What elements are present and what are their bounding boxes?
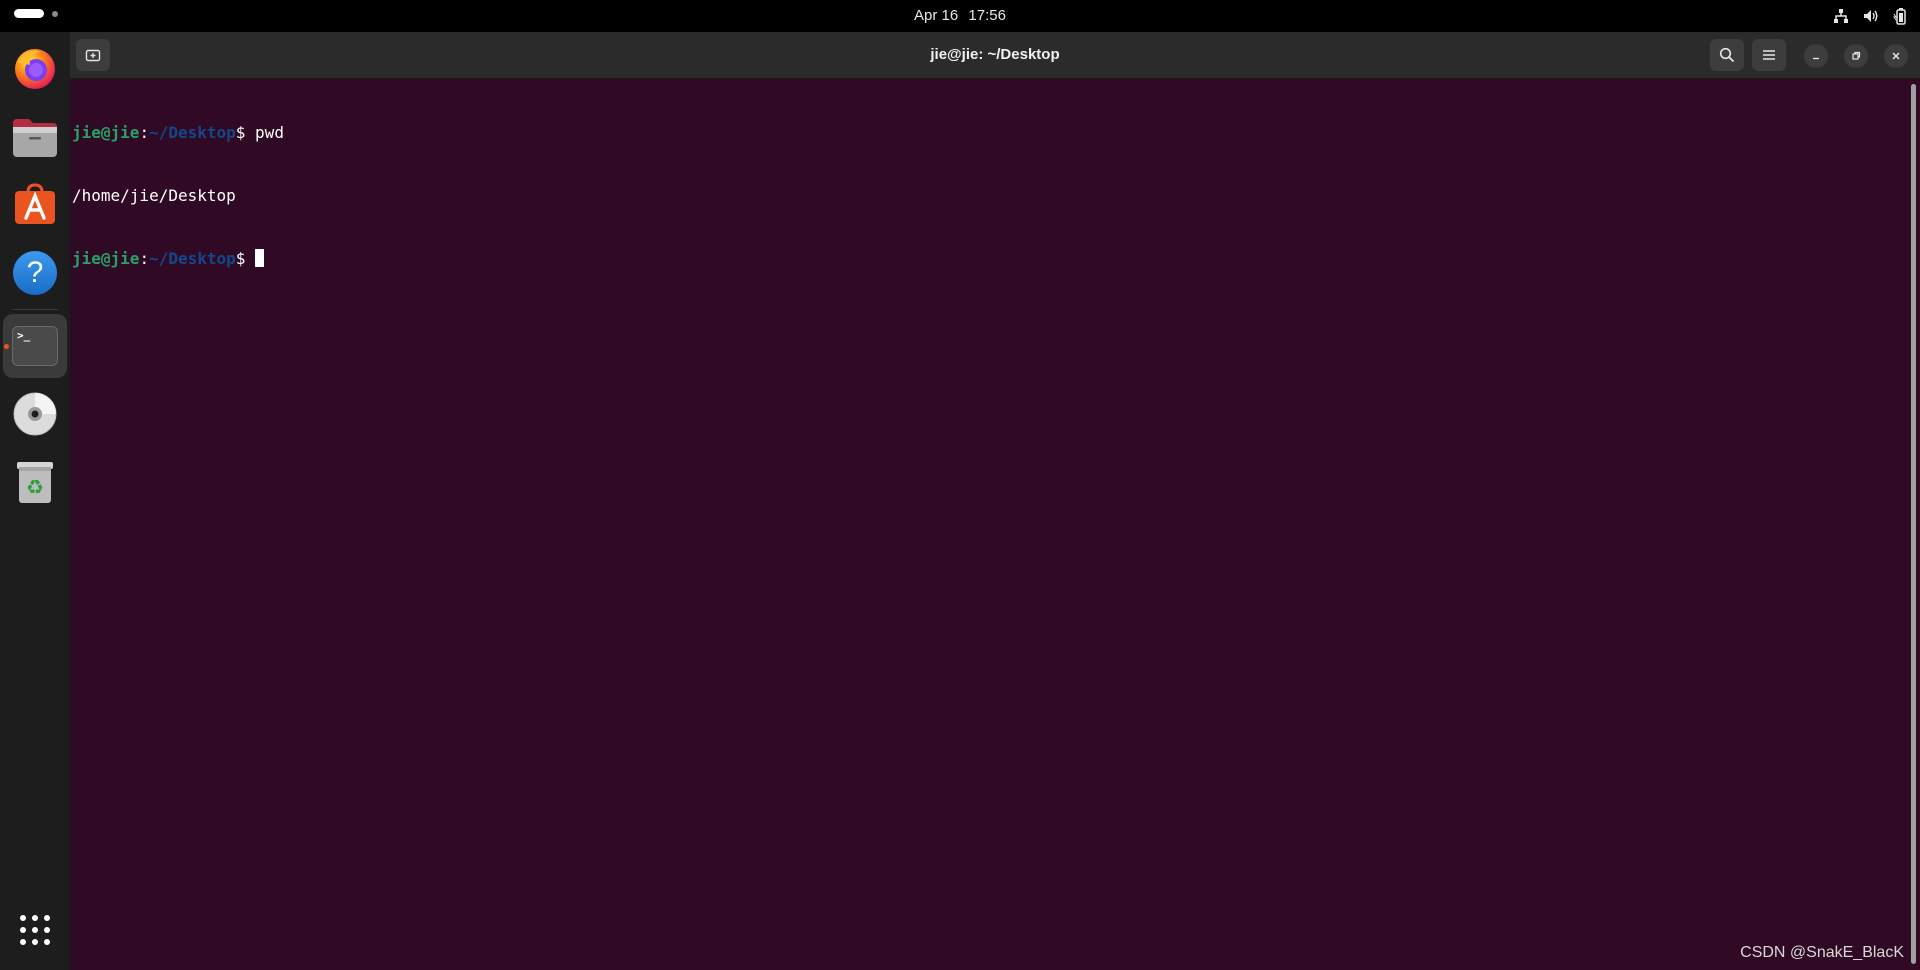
search-icon [1719,47,1735,63]
prompt-path: ~/Desktop [149,249,236,268]
prompt-symbol: $ [235,249,256,268]
network-icon[interactable] [1832,7,1850,25]
system-tray[interactable] [1832,7,1910,25]
command-output: /home/jie/Desktop [72,186,236,205]
terminal-line: jie@jie:~/Desktop$ pwd [72,122,1906,143]
show-apps-button[interactable] [3,898,67,962]
minimize-icon [1813,57,1819,60]
running-indicator [4,344,9,349]
terminal-glyph: >_ [17,329,31,342]
prompt-user-host: jie@jie [72,123,140,142]
dock-item-disc[interactable] [3,382,67,446]
trash-icon: ♻ [17,462,53,503]
watermark: CSDN @SnakE_BlacK [1740,944,1904,961]
text-cursor [255,249,265,267]
top-bar: Apr 16 17:56 [0,0,1920,32]
close-button[interactable] [1884,44,1908,68]
prompt-separator: : [139,249,150,268]
disc-icon [13,392,57,436]
clock-time: 17:56 [968,7,1006,24]
dock-item-firefox[interactable] [3,36,67,100]
prompt-symbol: $ [235,123,256,142]
dock-item-app-center[interactable] [3,172,67,236]
terminal-line: /home/jie/Desktop [72,185,1906,206]
restore-icon [1852,51,1861,60]
terminal-output[interactable]: jie@jie:~/Desktop$ pwd /home/jie/Desktop… [72,80,1906,970]
restore-button[interactable] [1844,44,1868,68]
volume-icon[interactable] [1862,7,1880,25]
terminal-window: jie@jie: ~/Desktop jie@jie:~/Desktop$ pw… [70,32,1920,970]
clock-date: Apr 16 [914,7,959,24]
prompt-separator: : [139,123,150,142]
dock-item-help[interactable]: ? [3,241,67,305]
battery-icon[interactable] [1892,7,1910,25]
prompt-user-host: jie@jie [72,249,140,268]
firefox-icon [15,49,55,89]
app-center-icon [15,183,55,224]
clock[interactable]: Apr 16 17:56 [0,0,1920,32]
terminal-icon: >_ [12,326,58,366]
menu-button[interactable] [1752,39,1786,71]
dock-separator [12,309,58,310]
header-bar[interactable]: jie@jie: ~/Desktop [70,32,1920,79]
dock-item-trash[interactable]: ♻ [3,450,67,514]
prompt-path: ~/Desktop [149,123,236,142]
help-icon: ? [13,251,57,295]
close-icon [1892,52,1900,60]
files-icon [13,119,57,157]
dock-item-files[interactable] [3,106,67,170]
command-text: pwd [255,123,284,142]
minimize-button[interactable] [1804,44,1828,68]
help-glyph: ? [26,256,44,289]
search-button[interactable] [1710,39,1744,71]
window-title: jie@jie: ~/Desktop [930,46,1060,63]
dock-item-terminal[interactable]: >_ [3,314,67,378]
scrollbar[interactable] [1911,84,1916,964]
terminal-line: jie@jie:~/Desktop$ [72,248,1906,269]
svg-text:♻: ♻ [26,475,44,499]
dock: ? >_ ♻ [0,32,70,970]
app-grid-icon [20,915,50,945]
hamburger-menu-icon [1763,50,1775,60]
